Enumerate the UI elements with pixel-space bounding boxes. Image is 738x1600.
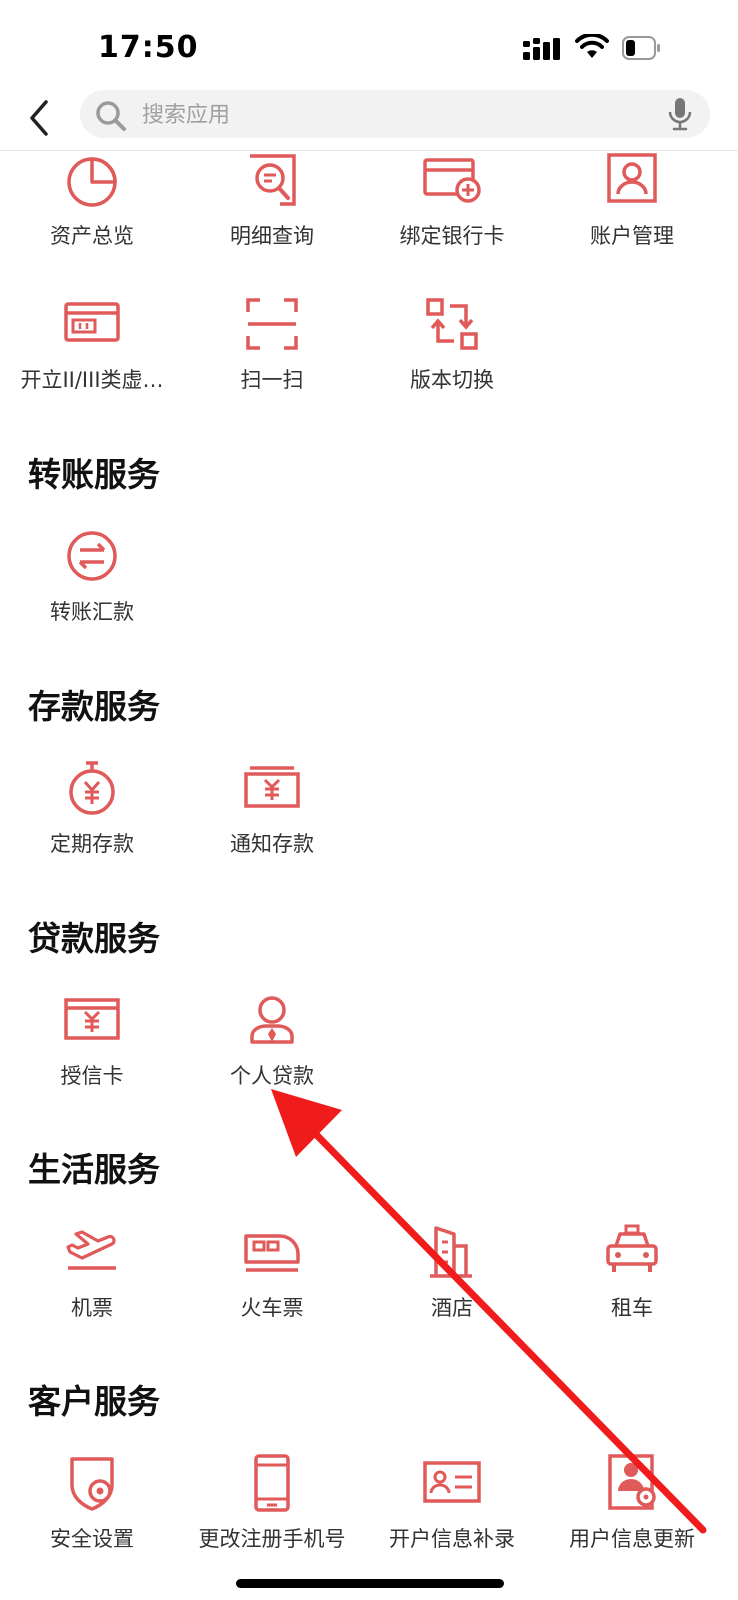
nav-bar: [0, 88, 738, 150]
yuan-box-icon: [244, 766, 300, 808]
item-label: 机票: [71, 1296, 113, 1320]
section-title-life: 生活服务: [28, 1150, 160, 1189]
item-train[interactable]: 火车票: [180, 1222, 364, 1322]
item-label: 绑定银行卡: [399, 224, 505, 248]
item-label: 用户信息更新: [569, 1527, 695, 1551]
item-label: 通知存款: [230, 832, 314, 856]
item-label: 授信卡: [60, 1064, 124, 1088]
scan-icon: [246, 298, 298, 350]
virtual-card-icon: [64, 302, 120, 342]
item-label: 开立II/III类虚…: [20, 368, 164, 392]
item-security-settings[interactable]: 安全设置: [0, 1453, 184, 1553]
item-label: 更改注册手机号: [198, 1527, 346, 1551]
item-bind-card[interactable]: 绑定银行卡: [360, 150, 544, 250]
train-icon: [244, 1234, 300, 1272]
search-icon: [96, 101, 126, 131]
section-title-deposit: 存款服务: [28, 687, 160, 726]
search-document-icon: [250, 154, 296, 206]
item-label: 开户信息补录: [389, 1527, 515, 1551]
item-label: 账户管理: [590, 224, 674, 248]
item-car-rental[interactable]: 租车: [540, 1222, 724, 1322]
transfer-icon: [67, 531, 117, 581]
cellular-signal-icon: [523, 38, 560, 60]
item-label: 火车票: [240, 1296, 304, 1320]
item-account-manage[interactable]: 账户管理: [540, 150, 724, 250]
item-label: 扫一扫: [240, 368, 304, 392]
section-title-customer: 客户服务: [28, 1382, 160, 1421]
microphone-icon[interactable]: [668, 97, 692, 131]
item-open-virtual-account[interactable]: 开立II/III类虚…: [0, 294, 184, 394]
credit-card-yuan-icon: [64, 998, 120, 1040]
item-label: 个人贷款: [230, 1064, 314, 1088]
user-gear-icon: [608, 1454, 656, 1510]
item-label: 租车: [611, 1296, 653, 1320]
item-label: 酒店: [431, 1296, 473, 1320]
chevron-left-icon: [30, 100, 48, 136]
section-title-loan: 贷款服务: [28, 919, 160, 958]
item-label: 明细查询: [230, 224, 314, 248]
item-scan[interactable]: 扫一扫: [180, 294, 364, 394]
item-fixed-deposit[interactable]: 定期存款: [0, 758, 184, 858]
section-title-transfer: 转账服务: [28, 455, 160, 494]
taxi-icon: [606, 1224, 658, 1272]
item-transfer[interactable]: 转账汇款: [0, 526, 184, 626]
item-change-phone[interactable]: 更改注册手机号: [180, 1453, 364, 1553]
hotel-icon: [430, 1226, 472, 1278]
back-button[interactable]: [22, 96, 62, 140]
status-time: 17:50: [98, 30, 199, 65]
item-account-info-supplement[interactable]: 开户信息补录: [360, 1453, 544, 1553]
item-version-switch[interactable]: 版本切换: [360, 294, 544, 394]
item-label: 版本切换: [410, 368, 494, 392]
timer-yuan-icon: [69, 761, 115, 815]
shield-gear-icon: [70, 1457, 114, 1511]
pie-chart-icon: [67, 157, 117, 207]
search-input[interactable]: [140, 96, 644, 134]
item-user-info-update[interactable]: 用户信息更新: [540, 1453, 724, 1553]
user-frame-icon: [607, 153, 657, 203]
item-asset-overview[interactable]: 资产总览: [0, 150, 184, 250]
item-label: 定期存款: [50, 832, 134, 856]
wifi-icon: [575, 34, 609, 58]
home-indicator[interactable]: [236, 1579, 504, 1588]
status-bar: 17:50: [0, 0, 738, 90]
item-detail-query[interactable]: 明细查询: [180, 150, 364, 250]
item-hotel[interactable]: 酒店: [360, 1222, 544, 1322]
person-loan-icon: [250, 996, 294, 1044]
item-label: 安全设置: [50, 1527, 134, 1551]
item-personal-loan[interactable]: 个人贷款: [180, 990, 364, 1090]
item-notice-deposit[interactable]: 通知存款: [180, 758, 364, 858]
item-label: 转账汇款: [50, 600, 134, 624]
item-flight[interactable]: 机票: [0, 1222, 184, 1322]
search-box[interactable]: [80, 90, 710, 138]
phone-icon: [254, 1454, 290, 1512]
item-credit-card[interactable]: 授信卡: [0, 990, 184, 1090]
item-label: 资产总览: [50, 224, 134, 248]
switch-icon: [426, 298, 478, 350]
airplane-icon: [66, 1230, 116, 1270]
id-card-icon: [423, 1461, 481, 1503]
battery-icon: [622, 36, 660, 60]
add-card-icon: [423, 158, 481, 203]
